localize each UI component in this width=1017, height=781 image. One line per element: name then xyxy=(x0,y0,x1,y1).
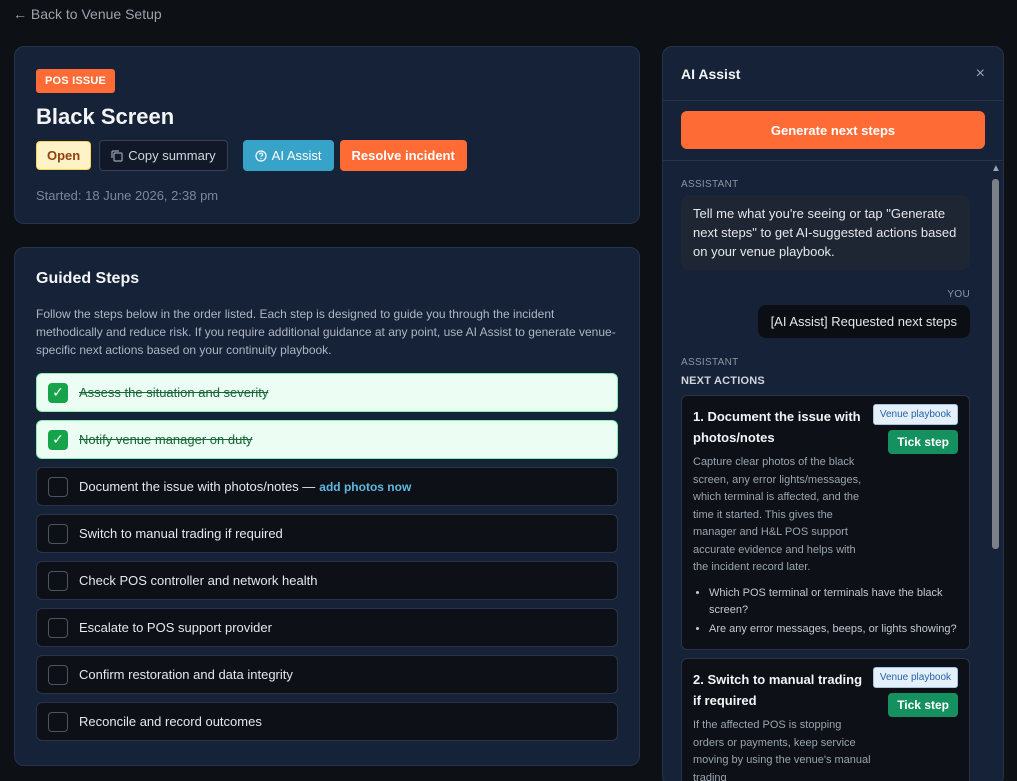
venue-playbook-tag: Venue playbook xyxy=(872,667,958,688)
step-item-escalate[interactable]: Escalate to POS support provider xyxy=(36,608,618,647)
resolve-incident-button[interactable]: Resolve incident xyxy=(339,140,467,171)
generate-wrap: Generate next steps xyxy=(663,101,1003,161)
tick-step-button[interactable]: Tick step xyxy=(888,430,958,454)
guided-steps-description: Follow the steps below in the order list… xyxy=(36,307,616,357)
step-label: Assess the situation and severity xyxy=(79,385,269,400)
user-message-row: [AI Assist] Requested next steps xyxy=(681,305,970,338)
assistant-message: Tell me what you're seeing or tap "Gener… xyxy=(681,195,970,270)
step-item-document[interactable]: Document the issue with photos/notes — a… xyxy=(36,467,618,506)
scroll-thumb[interactable] xyxy=(992,179,999,549)
assistant-role-label: ASSISTANT xyxy=(681,179,739,190)
action-card: 1. Document the issue with photos/notes … xyxy=(681,395,970,650)
scroll-up-icon[interactable]: ▲ xyxy=(991,163,1001,174)
step-list: ✓ Assess the situation and severity ✓ No… xyxy=(36,373,618,741)
ai-panel-header: AI Assist × xyxy=(663,47,1003,101)
add-photos-link[interactable]: add photos now xyxy=(319,480,411,494)
incident-actions: Open Copy summary AI Assist Resolve inci… xyxy=(36,140,618,171)
status-badge: Open xyxy=(36,141,92,170)
step-item-notify[interactable]: ✓ Notify venue manager on duty xyxy=(36,420,618,459)
user-message: [AI Assist] Requested next steps xyxy=(757,305,970,338)
action-description: Capture clear photos of the black screen… xyxy=(693,456,862,573)
incident-title: Black Screen xyxy=(36,104,175,129)
chat-thread[interactable]: ▲ ASSISTANT Tell me what you're seeing o… xyxy=(663,161,1003,781)
action-bullet: Which POS terminal or terminals have the… xyxy=(709,585,958,620)
step-label: Confirm restoration and data integrity xyxy=(79,667,293,682)
ai-assist-panel: AI Assist × Generate next steps ▲ ASSIST… xyxy=(662,46,1004,781)
step-checkbox[interactable] xyxy=(48,664,68,685)
step-item-check-pos[interactable]: Check POS controller and network health xyxy=(36,561,618,600)
guided-steps-title: Guided Steps xyxy=(36,270,140,287)
back-to-venue-setup-link[interactable]: ← Back to Venue Setup xyxy=(13,6,162,22)
step-item-reconcile[interactable]: Reconcile and record outcomes xyxy=(36,702,618,741)
step-label: Check POS controller and network health xyxy=(79,573,318,588)
step-item-confirm[interactable]: Confirm restoration and data integrity xyxy=(36,655,618,694)
next-actions-heading: NEXT ACTIONS xyxy=(681,375,765,387)
ai-panel-title: AI Assist xyxy=(681,65,741,82)
ai-assist-button[interactable]: AI Assist xyxy=(242,140,334,171)
step-label: Document the issue with photos/notes — xyxy=(79,479,316,494)
action-bullets: Which POS terminal or terminals have the… xyxy=(693,585,958,639)
action-title: 2. Switch to manual trading if required xyxy=(693,672,863,708)
action-tags: Venue playbook Tick step xyxy=(872,404,958,454)
help-circle-icon xyxy=(255,149,267,162)
step-checkbox[interactable] xyxy=(48,523,68,544)
step-item-assess[interactable]: ✓ Assess the situation and severity xyxy=(36,373,618,412)
copy-summary-button[interactable]: Copy summary xyxy=(99,140,228,171)
tick-step-button[interactable]: Tick step xyxy=(888,693,958,717)
user-role-label: YOU xyxy=(947,289,970,300)
incident-header-card: POS ISSUE Black Screen Open Copy summary… xyxy=(14,46,640,224)
venue-playbook-tag: Venue playbook xyxy=(872,404,958,425)
copy-icon xyxy=(111,149,123,162)
copy-summary-label: Copy summary xyxy=(128,148,216,163)
assistant-role-label: ASSISTANT xyxy=(681,357,739,368)
action-title: 1. Document the issue with photos/notes xyxy=(693,409,861,445)
step-checkbox[interactable] xyxy=(48,711,68,732)
step-label: Notify venue manager on duty xyxy=(79,432,253,447)
close-icon[interactable]: × xyxy=(976,65,985,83)
step-label: Escalate to POS support provider xyxy=(79,620,272,635)
step-checkbox[interactable] xyxy=(48,617,68,638)
action-bullet: Are any error messages, beeps, or lights… xyxy=(709,621,958,639)
guided-steps-card: Guided Steps Follow the steps below in t… xyxy=(14,247,640,766)
step-label: Switch to manual trading if required xyxy=(79,526,283,541)
step-checkbox[interactable]: ✓ xyxy=(48,429,68,450)
ai-assist-label: AI Assist xyxy=(271,148,322,163)
action-card: 2. Switch to manual trading if required … xyxy=(681,658,970,781)
step-checkbox[interactable]: ✓ xyxy=(48,382,68,403)
step-item-manual-trading[interactable]: Switch to manual trading if required xyxy=(36,514,618,553)
step-checkbox[interactable] xyxy=(48,570,68,591)
chat-scrollbar[interactable]: ▲ xyxy=(991,163,1001,781)
step-checkbox[interactable] xyxy=(48,476,68,497)
step-label: Reconcile and record outcomes xyxy=(79,714,262,729)
incident-type-badge: POS ISSUE xyxy=(36,69,116,93)
generate-next-steps-button[interactable]: Generate next steps xyxy=(681,111,985,149)
started-timestamp: Started: 18 June 2026, 2:38 pm xyxy=(36,188,219,203)
action-tags: Venue playbook Tick step xyxy=(872,667,958,717)
action-description: If the affected POS is stopping orders o… xyxy=(693,719,871,781)
